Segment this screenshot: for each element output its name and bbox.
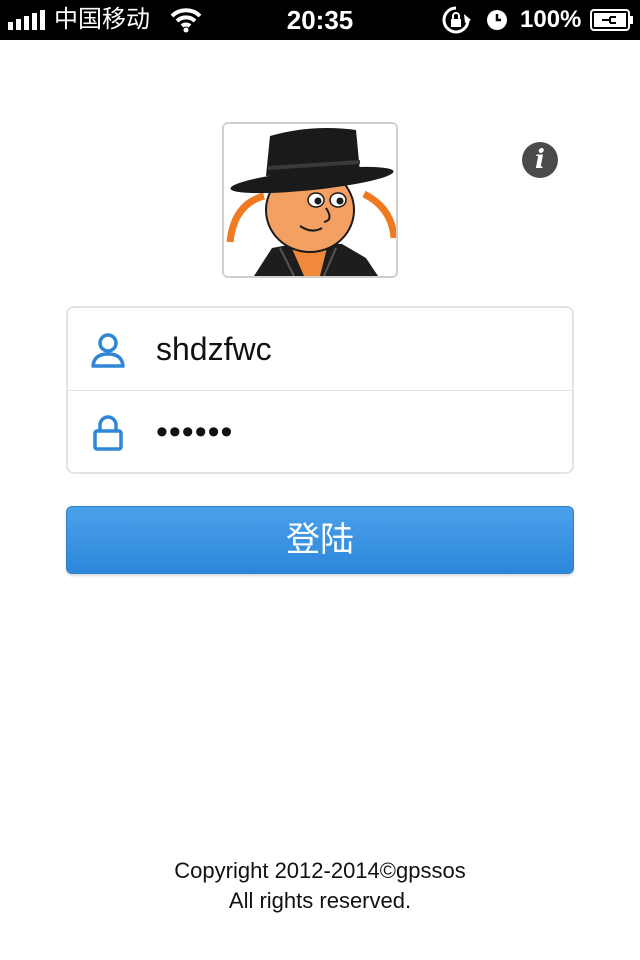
user-icon	[91, 333, 125, 368]
password-row	[68, 391, 572, 473]
footer: Copyright 2012-2014©gpssos All rights re…	[0, 856, 640, 916]
status-bar: 中国移动 20:35 100%	[0, 0, 640, 40]
lock-icon	[93, 415, 123, 451]
login-form	[66, 306, 574, 474]
username-row	[68, 308, 572, 390]
battery-charging-icon	[590, 9, 633, 31]
rights-text: All rights reserved.	[228, 888, 412, 913]
password-input[interactable]	[156, 391, 556, 473]
top-hat-mascot-icon	[224, 124, 396, 276]
rotation-lock-icon	[442, 6, 471, 34]
login-screen: 中国移动 20:35 100% i shdzfwc •••••• 登陆 Copy…	[0, 0, 640, 960]
battery-percentage: 100%	[520, 6, 582, 33]
username-input[interactable]	[156, 308, 556, 390]
info-icon: i	[535, 145, 545, 175]
avatar	[222, 122, 398, 278]
info-button[interactable]: i	[522, 142, 558, 178]
copyright-text: Copyright 2012-2014©gpssos	[174, 858, 466, 883]
login-button[interactable]: 登陆	[66, 506, 574, 574]
alarm-icon	[487, 10, 507, 30]
